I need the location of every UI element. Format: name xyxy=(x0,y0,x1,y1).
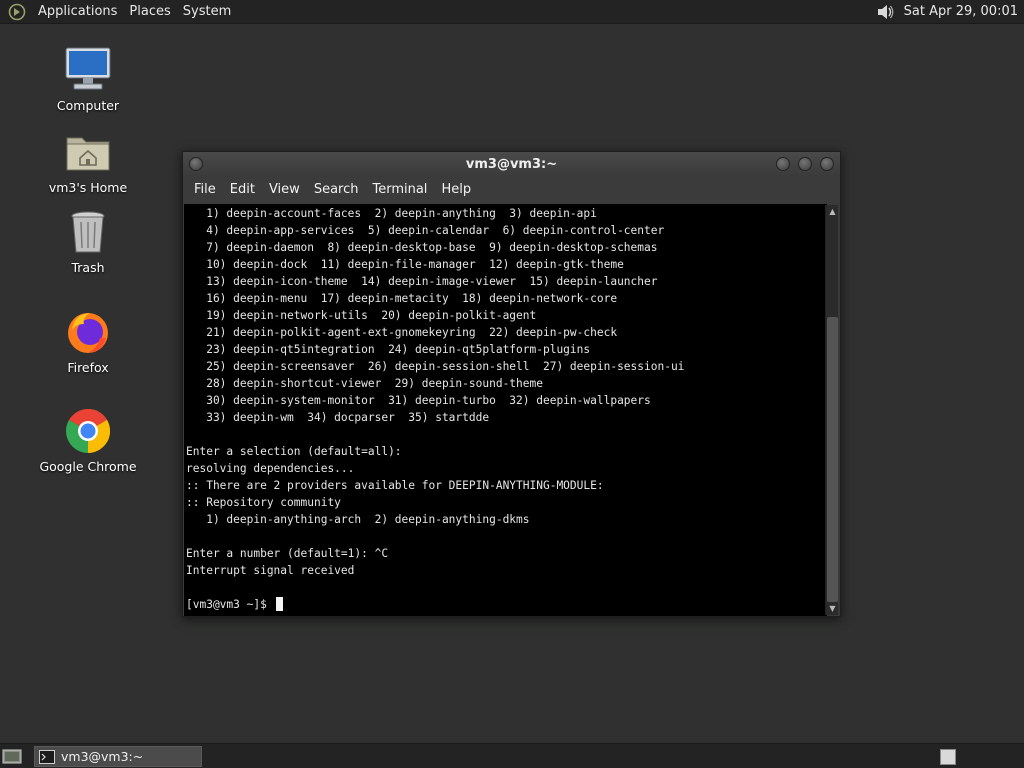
terminal-line: Interrupt signal received xyxy=(186,564,355,577)
shell-prompt: [vm3@vm3 ~]$ xyxy=(186,598,274,611)
terminal-line: 33) deepin-wm 34) docparser 35) startdde xyxy=(186,411,490,424)
terminal-line: 10) deepin-dock 11) deepin-file-manager … xyxy=(186,258,624,271)
menu-edit[interactable]: Edit xyxy=(223,177,262,203)
terminal-line: 30) deepin-system-monitor 31) deepin-tur… xyxy=(186,394,651,407)
terminal-line: 25) deepin-screensaver 26) deepin-sessio… xyxy=(186,360,685,373)
desktop-icon-computer[interactable]: Computer xyxy=(38,46,138,113)
show-desktop-icon[interactable] xyxy=(2,748,22,766)
distro-logo-icon[interactable] xyxy=(6,1,28,23)
terminal-line: :: Repository community xyxy=(186,496,341,509)
clock[interactable]: Sat Apr 29, 00:01 xyxy=(896,4,1024,19)
terminal-line: 23) deepin-qt5integration 24) deepin-qt5… xyxy=(186,343,591,356)
desktop-icon-label: Trash xyxy=(71,260,105,275)
workspace-switcher[interactable] xyxy=(940,749,956,765)
terminal-prompt-line[interactable]: [vm3@vm3 ~]$ xyxy=(186,596,827,613)
desktop-icon-chrome[interactable]: Google Chrome xyxy=(38,407,138,474)
scrollbar-thumb[interactable] xyxy=(827,317,838,602)
window-titlebar[interactable]: vm3@vm3:~ xyxy=(183,152,840,177)
scroll-down-arrow-icon[interactable]: ▼ xyxy=(826,602,839,615)
task-label: vm3@vm3:~ xyxy=(61,749,144,764)
desktop-icon-label: Firefox xyxy=(67,360,109,375)
bottom-panel: vm3@vm3:~ xyxy=(0,743,1024,768)
terminal-window[interactable]: vm3@vm3:~ File Edit View Search Terminal… xyxy=(182,151,841,617)
menu-view[interactable]: View xyxy=(262,177,307,203)
terminal-line: Enter a number (default=1): ^C xyxy=(186,547,389,560)
scroll-up-arrow-icon[interactable]: ▲ xyxy=(826,205,839,218)
menu-help[interactable]: Help xyxy=(434,177,478,203)
menu-file[interactable]: File xyxy=(187,177,223,203)
text-cursor xyxy=(275,597,283,611)
chrome-icon xyxy=(64,407,112,455)
menu-search[interactable]: Search xyxy=(307,177,366,203)
terminal-line: 1) deepin-account-faces 2) deepin-anythi… xyxy=(186,207,597,220)
applications-menu[interactable]: Applications xyxy=(32,0,123,24)
terminal-line: :: There are 2 providers available for D… xyxy=(186,479,604,492)
terminal-line: 4) deepin-app-services 5) deepin-calenda… xyxy=(186,224,665,237)
system-menu[interactable]: System xyxy=(177,0,237,24)
terminal-line: resolving dependencies... xyxy=(186,462,355,475)
menu-terminal[interactable]: Terminal xyxy=(365,177,434,203)
terminal-line: 7) deepin-daemon 8) deepin-desktop-base … xyxy=(186,241,658,254)
terminal-line: 13) deepin-icon-theme 14) deepin-image-v… xyxy=(186,275,658,288)
trash-icon xyxy=(64,208,112,256)
taskbar-terminal-button[interactable]: vm3@vm3:~ xyxy=(34,746,202,767)
window-title: vm3@vm3:~ xyxy=(465,157,558,172)
terminal-scrollbar[interactable]: ▲ ▼ xyxy=(825,205,838,615)
desktop-icon-firefox[interactable]: Firefox xyxy=(38,308,138,375)
terminal-line: 1) deepin-anything-arch 2) deepin-anythi… xyxy=(186,513,530,526)
home-folder-icon xyxy=(64,128,112,176)
desktop-icon-trash[interactable]: Trash xyxy=(38,208,138,275)
terminal-line: 16) deepin-menu 17) deepin-metacity 18) … xyxy=(186,292,618,305)
desktop-icon-home[interactable]: vm3's Home xyxy=(38,128,138,195)
terminal-output[interactable]: 1) deepin-account-faces 2) deepin-anythi… xyxy=(184,204,827,616)
terminal-line: 21) deepin-polkit-agent-ext-gnomekeyring… xyxy=(186,326,618,339)
firefox-icon xyxy=(64,308,112,356)
maximize-button[interactable] xyxy=(798,157,812,171)
terminal-menubar: File Edit View Search Terminal Help xyxy=(183,177,840,203)
desktop-icon-label: vm3's Home xyxy=(48,180,128,195)
terminal-line: Enter a selection (default=all): xyxy=(186,445,402,458)
window-menu-button[interactable] xyxy=(189,157,203,171)
places-menu[interactable]: Places xyxy=(123,0,176,24)
minimize-button[interactable] xyxy=(776,157,790,171)
speaker-icon[interactable] xyxy=(874,1,896,23)
terminal-icon xyxy=(39,749,55,764)
computer-icon xyxy=(64,46,112,94)
terminal-line: 19) deepin-network-utils 20) deepin-polk… xyxy=(186,309,537,322)
top-panel: Applications Places System Sat Apr 29, 0… xyxy=(0,0,1024,24)
desktop-icon-label: Computer xyxy=(56,98,120,113)
close-button[interactable] xyxy=(820,157,834,171)
terminal-line: 28) deepin-shortcut-viewer 29) deepin-so… xyxy=(186,377,543,390)
desktop-icon-label: Google Chrome xyxy=(39,459,137,474)
